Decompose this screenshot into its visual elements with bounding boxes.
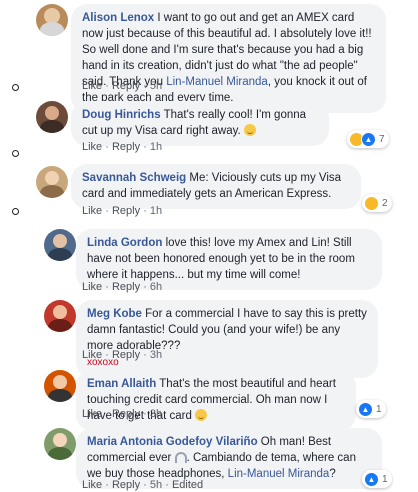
thread-bullet bbox=[12, 208, 19, 215]
reaction-count: 2 bbox=[382, 197, 388, 209]
like-link[interactable]: Like bbox=[82, 141, 102, 153]
avatar[interactable] bbox=[36, 166, 68, 198]
comment-actions: Like · Reply · 5h · Edited bbox=[82, 479, 204, 491]
reply-link[interactable]: Reply bbox=[112, 408, 140, 420]
comment-author[interactable]: Linda Gordon bbox=[87, 237, 162, 249]
smile-emoji-icon bbox=[243, 124, 256, 136]
comment-author[interactable]: Doug Hinrichs bbox=[82, 109, 161, 121]
reply-link[interactable]: Reply bbox=[112, 141, 140, 153]
comment-author[interactable]: Meg Kobe bbox=[87, 308, 142, 320]
reaction-count: 1 bbox=[376, 403, 382, 415]
like-link[interactable]: Like bbox=[82, 80, 102, 92]
mention-link[interactable]: Lin-Manuel Miranda bbox=[166, 76, 268, 88]
comment-author[interactable]: Alison Lenox bbox=[82, 12, 154, 24]
reaction-count: 7 bbox=[379, 133, 385, 145]
avatar[interactable] bbox=[44, 370, 76, 402]
reply-link[interactable]: Reply bbox=[112, 205, 140, 217]
avatar[interactable] bbox=[36, 101, 68, 133]
comment-actions: Like · Reply · 6h bbox=[82, 281, 163, 293]
grin-emoji-icon bbox=[195, 409, 208, 421]
like-link[interactable]: Like bbox=[82, 349, 102, 361]
timestamp[interactable]: 1h bbox=[150, 205, 162, 217]
timestamp[interactable]: 5h bbox=[150, 479, 162, 491]
thread-bullet bbox=[12, 150, 19, 157]
reaction-summary[interactable]: ▲ 7 bbox=[347, 130, 389, 148]
comment-author[interactable]: Maria Antonia Godefoy Vilariño bbox=[87, 436, 258, 448]
reaction-summary[interactable]: ▲ 1 bbox=[356, 400, 386, 418]
comment-bubble: Savannah Schweig Me: Viciously cuts up m… bbox=[71, 164, 361, 209]
thread-bullet bbox=[12, 84, 19, 91]
comment-actions: Like · Reply · 5h bbox=[82, 80, 163, 92]
like-link[interactable]: Like bbox=[82, 281, 102, 293]
avatar[interactable] bbox=[36, 4, 68, 36]
reply-link[interactable]: Reply bbox=[112, 281, 140, 293]
comment-bubble: Alison Lenox I want to go out and get an… bbox=[71, 4, 386, 113]
mention-link[interactable]: Lin-Manuel Miranda bbox=[228, 468, 330, 480]
reaction-count: 1 bbox=[382, 473, 388, 485]
comment-author[interactable]: Eman Allaith bbox=[87, 378, 156, 390]
avatar[interactable] bbox=[44, 300, 76, 332]
comment-actions: Like · Reply · 1h bbox=[82, 205, 163, 217]
comment-author[interactable]: Savannah Schweig bbox=[82, 172, 186, 184]
reply-link[interactable]: Reply bbox=[112, 479, 140, 491]
reaction-summary[interactable]: 2 bbox=[362, 194, 392, 212]
timestamp[interactable]: 5h bbox=[150, 80, 162, 92]
timestamp[interactable]: 3h bbox=[150, 349, 162, 361]
like-link[interactable]: Like bbox=[82, 408, 102, 420]
timestamp[interactable]: 6h bbox=[150, 281, 162, 293]
like-reaction-icon: ▲ bbox=[361, 131, 376, 147]
edited-label[interactable]: Edited bbox=[172, 479, 203, 491]
haha-reaction-icon bbox=[364, 195, 379, 211]
comment-actions: Like · Reply · 3h bbox=[82, 349, 163, 361]
comment-bubble: Eman Allaith That's the most beautiful a… bbox=[76, 370, 356, 431]
like-link[interactable]: Like bbox=[82, 479, 102, 491]
avatar[interactable] bbox=[44, 428, 76, 460]
like-link[interactable]: Like bbox=[82, 205, 102, 217]
comment-actions: Like · Reply · 3h bbox=[82, 408, 163, 420]
avatar[interactable] bbox=[44, 229, 76, 261]
comment-bubble: Meg Kobe For a commercial I have to say … bbox=[76, 300, 378, 378]
timestamp[interactable]: 1h bbox=[150, 141, 162, 153]
timestamp[interactable]: 3h bbox=[150, 408, 162, 420]
comment-actions: Like · Reply · 1h bbox=[82, 141, 163, 153]
headphones-emoji-icon bbox=[174, 452, 187, 463]
reaction-summary[interactable]: ▲ 1 bbox=[362, 470, 392, 488]
like-reaction-icon: ▲ bbox=[364, 471, 379, 487]
reply-link[interactable]: Reply bbox=[112, 80, 140, 92]
comment-text: ? bbox=[329, 468, 336, 480]
reply-link[interactable]: Reply bbox=[112, 349, 140, 361]
like-reaction-icon: ▲ bbox=[358, 401, 373, 417]
